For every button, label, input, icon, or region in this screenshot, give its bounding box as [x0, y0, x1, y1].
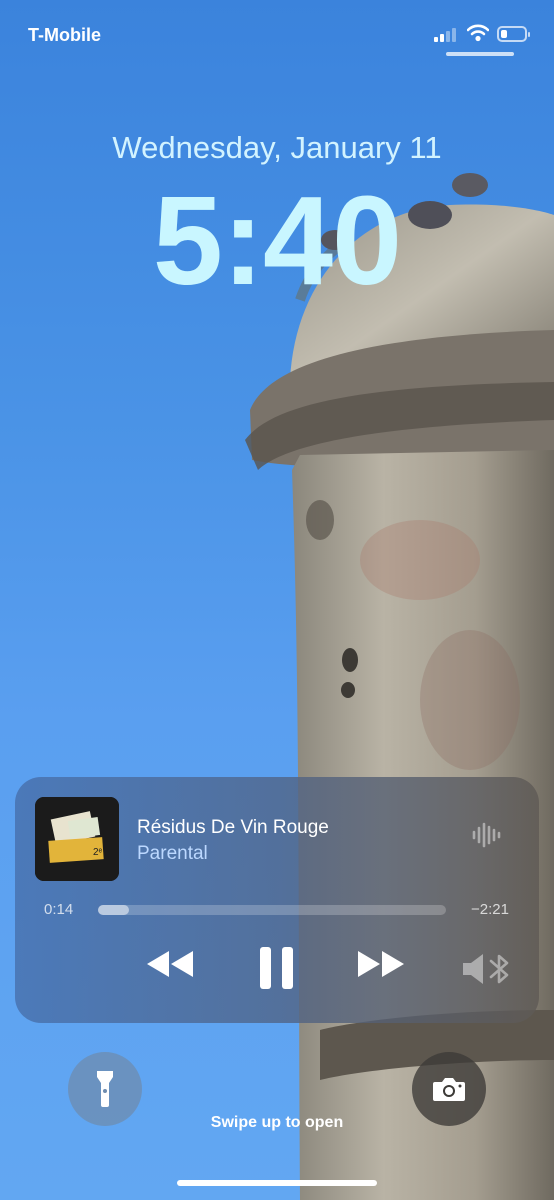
flashlight-icon [97, 1071, 113, 1107]
album-artwork[interactable]: 2ᵉ [35, 797, 119, 881]
fast-forward-button[interactable] [356, 949, 406, 984]
carrier-label: T-Mobile [28, 25, 101, 45]
audio-route-button[interactable] [461, 951, 513, 992]
wifi-icon [467, 24, 489, 42]
camera-icon [433, 1078, 465, 1101]
status-indicator [446, 52, 514, 56]
battery-icon [497, 26, 530, 42]
fast-forward-icon [358, 951, 404, 977]
rewind-button[interactable] [145, 949, 195, 984]
playback-scrubber[interactable] [98, 905, 446, 915]
home-indicator[interactable] [177, 1180, 377, 1186]
track-title[interactable]: Résidus De Vin Rouge [137, 817, 329, 839]
lock-time: 5:40 [152, 170, 402, 311]
now-playing-widget[interactable]: 2ᵉ Résidus De Vin Rouge Parental 0:14 −2… [15, 777, 539, 1023]
swipe-up-hint: Swipe up to open [210, 1114, 344, 1131]
pause-button[interactable] [258, 945, 296, 996]
elapsed-time: 0:14 [44, 901, 74, 918]
cellular-signal-icon [434, 28, 460, 42]
remaining-time: −2:21 [471, 901, 509, 918]
track-artist[interactable]: Parental [137, 843, 208, 865]
playback-progress [98, 905, 130, 915]
battery-level [501, 30, 507, 38]
pause-icon [260, 947, 293, 989]
svg-text:2ᵉ: 2ᵉ [93, 847, 103, 858]
rewind-icon [147, 951, 193, 977]
waveform-icon [472, 822, 501, 848]
speaker-bluetooth-icon [463, 954, 509, 984]
lock-date: Wednesday, January 11 [112, 130, 442, 165]
status-bar: T-Mobile [0, 22, 554, 52]
